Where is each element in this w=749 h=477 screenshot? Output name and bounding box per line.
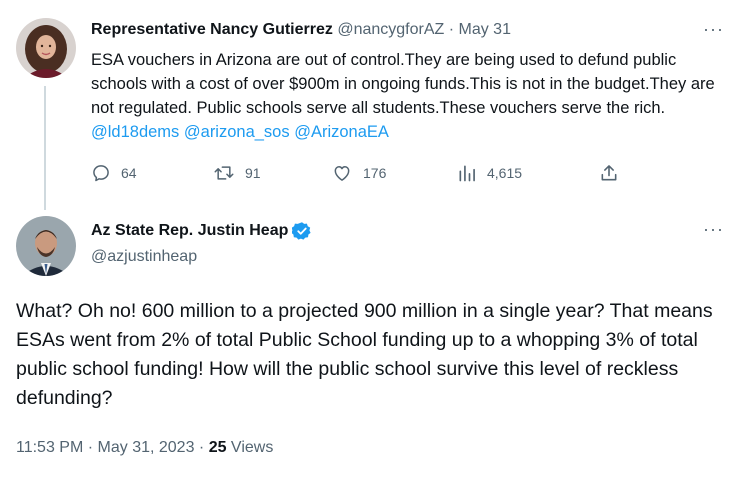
tweet-2-text: What? Oh no! 600 million to a projected … [16, 300, 713, 409]
avatar-justin-heap[interactable] [16, 216, 76, 276]
verified-badge-icon [292, 222, 311, 240]
more-options-button[interactable]: ··· [703, 219, 724, 240]
like-button[interactable]: 176 [331, 163, 386, 183]
tweet-2-header: Az State Rep. Justin Heap [91, 221, 312, 241]
like-count: 176 [363, 165, 387, 181]
mention-link[interactable]: @ld18dems [91, 123, 179, 141]
meta-separator: · [83, 439, 98, 456]
heart-icon [334, 166, 350, 181]
reply-icon [93, 165, 109, 182]
retweet-icon [214, 166, 234, 180]
mention-link[interactable]: @arizona_sos [184, 123, 290, 141]
meta-separator: · [444, 21, 459, 38]
retweet-count: 91 [245, 165, 261, 181]
author-name[interactable]: Az State Rep. Justin Heap [91, 222, 288, 240]
author-handle[interactable]: @nancygforAZ [337, 21, 444, 38]
views-label: Views [226, 439, 274, 456]
tweet-date[interactable]: May 31, 2023 [98, 439, 195, 456]
retweet-button[interactable]: 91 [213, 163, 261, 183]
more-options-button[interactable]: ··· [703, 19, 724, 40]
tweet-1-text: ESA vouchers in Arizona are out of contr… [91, 48, 731, 144]
views-icon [459, 165, 475, 182]
tweet-text: ESA vouchers in Arizona are out of contr… [91, 51, 715, 117]
author-handle[interactable]: @azjustinheap [91, 248, 197, 266]
tweet-1-header: Representative Nancy Gutierrez @nancygfo… [91, 21, 511, 39]
author-name[interactable]: Representative Nancy Gutierrez [91, 21, 333, 38]
avatar-nancy-gutierrez[interactable] [16, 18, 76, 78]
tweet-footer: 11:53 PM · May 31, 2023 · 25 Views [16, 439, 273, 457]
share-button[interactable] [599, 163, 629, 183]
share-icon [601, 165, 617, 181]
reply-count: 64 [121, 165, 137, 181]
meta-separator: · [194, 439, 209, 456]
tweet-time[interactable]: 11:53 PM [16, 439, 83, 456]
thread-line [44, 86, 46, 210]
mention-link[interactable]: @ArizonaEA [294, 123, 389, 141]
reply-button[interactable]: 64 [91, 163, 137, 183]
view-count: 4,615 [487, 165, 523, 181]
views-count: 25 [208, 439, 227, 456]
views-button[interactable]: 4,615 [457, 163, 522, 183]
tweet-date[interactable]: May 31 [459, 21, 511, 38]
